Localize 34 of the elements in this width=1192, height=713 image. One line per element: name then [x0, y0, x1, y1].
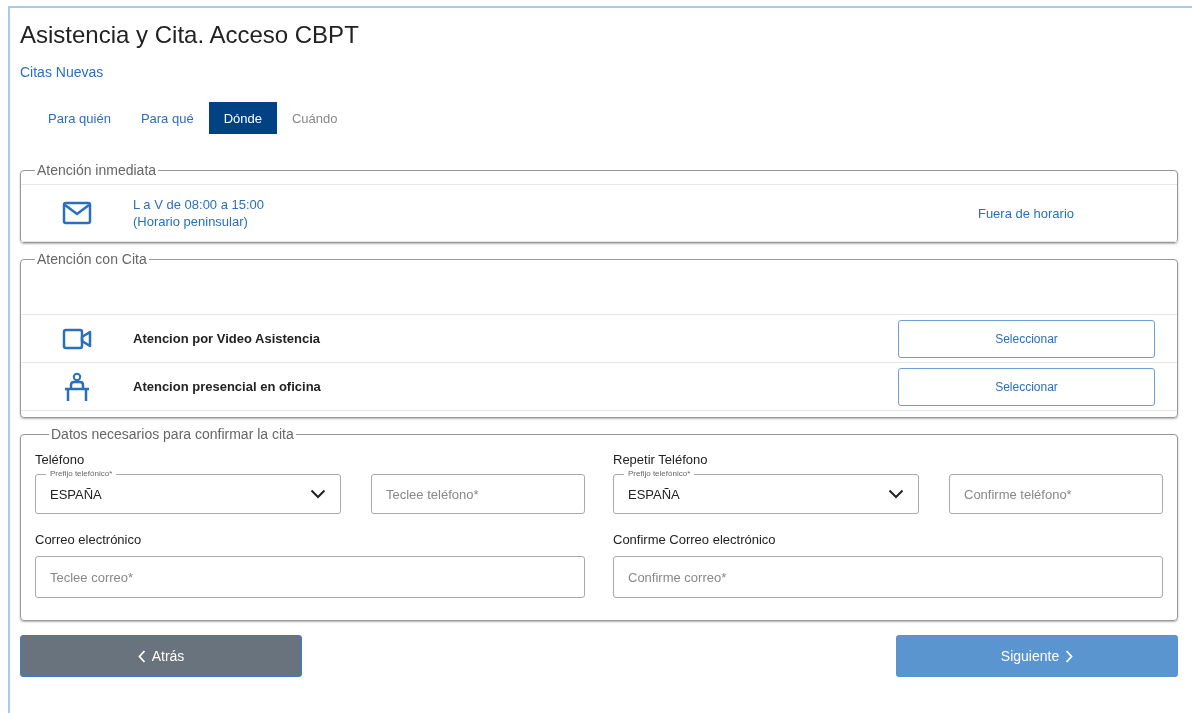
step-tab[interactable]: Dónde: [208, 102, 277, 134]
step-tab[interactable]: Para qué: [125, 102, 209, 134]
field-label: Teléfono: [35, 452, 86, 468]
field-label: Correo electrónico: [35, 532, 143, 548]
chevron-right-icon: [1065, 649, 1074, 663]
chevron-down-icon: [888, 489, 904, 499]
timezone-note: (Horario peninsular): [133, 213, 249, 230]
back-button[interactable]: Atrás: [20, 635, 302, 677]
chevron-left-icon: [137, 649, 146, 663]
step-tab[interactable]: Para quién: [38, 102, 126, 134]
field-label: Repetir Teléfono: [613, 452, 709, 468]
email-input[interactable]: Teclee correo*: [35, 556, 585, 598]
floating-label: Prefijo telefónico*: [624, 468, 695, 480]
breadcrumb-link[interactable]: Citas Nuevas: [20, 64, 104, 80]
phone-input[interactable]: Teclee teléfono*: [371, 474, 585, 514]
select-button[interactable]: Seleccionar: [898, 367, 1155, 406]
section-legend: Atención con Cita: [35, 251, 149, 267]
option-label: Atencion por Video Asistencia: [133, 331, 321, 346]
field-label: Confirme Correo electrónico: [613, 532, 777, 548]
mail-icon: [62, 201, 92, 225]
section-legend: Atención inmediata: [35, 162, 159, 178]
chevron-down-icon: [310, 489, 326, 499]
hours-text: L a V de 08:00 a 15:00: [133, 196, 265, 213]
option-label: Atencion presencial en oficina: [133, 379, 321, 394]
page-title: Asistencia y Cita. Acceso CBPT: [20, 20, 360, 50]
floating-label: Prefijo telefónico*: [46, 468, 117, 480]
person-at-desk-icon: [63, 371, 91, 402]
phone-input[interactable]: Confirme teléfono*: [949, 474, 1163, 514]
next-button[interactable]: Siguiente: [896, 635, 1178, 677]
section-legend: Datos necesarios para confirmar la cita: [49, 426, 296, 442]
select-button[interactable]: Seleccionar: [898, 319, 1155, 358]
video-camera-icon: [62, 326, 92, 351]
email-input[interactable]: Confirme correo*: [613, 556, 1163, 598]
status-text: Fuera de horario: [976, 205, 1076, 221]
